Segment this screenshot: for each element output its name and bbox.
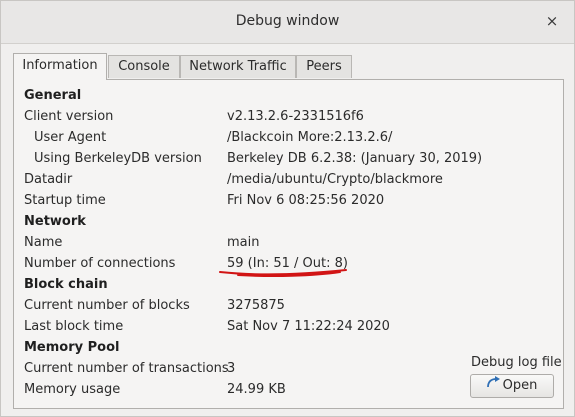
window-title: Debug window	[235, 13, 340, 29]
berkeleydb-value: Berkeley DB 6.2.38: (January 30, 2019)	[227, 151, 483, 166]
user-agent-value: /Blackcoin More:2.13.2.6/	[227, 130, 393, 145]
startup-time-value: Fri Nov 6 08:25:56 2020	[227, 193, 385, 208]
red-underline-annotation	[219, 269, 347, 277]
title-bar: Debug window ×	[1, 1, 574, 44]
network-name-label: Name	[24, 235, 63, 250]
last-block-time-label: Last block time	[24, 319, 124, 334]
close-icon[interactable]: ×	[542, 11, 562, 31]
information-panel: General Client version v2.13.2.6-2331516…	[13, 79, 564, 409]
datadir-value: /media/ubuntu/Crypto/blackmore	[227, 172, 443, 187]
mempool-tx-label: Current number of transactions	[24, 361, 229, 376]
connections-label: Number of connections	[24, 256, 176, 271]
section-general-heading: General	[24, 88, 82, 103]
block-count-label: Current number of blocks	[24, 298, 190, 313]
tab-information[interactable]: Information	[13, 53, 107, 80]
datadir-label: Datadir	[24, 172, 73, 187]
memory-usage-label: Memory usage	[24, 382, 121, 397]
debug-window: Debug window × Information Console Netwo…	[0, 0, 575, 417]
section-blockchain-heading: Block chain	[24, 277, 108, 292]
berkeleydb-label: Using BerkeleyDB version	[34, 151, 202, 166]
open-arrow-icon	[486, 374, 501, 396]
startup-time-label: Startup time	[24, 193, 106, 208]
mempool-tx-value: 3	[227, 361, 236, 376]
tab-console-label: Console	[118, 59, 170, 74]
user-agent-label: User Agent	[34, 130, 107, 145]
client-version-value: v2.13.2.6-2331516f6	[227, 109, 364, 124]
section-network-heading: Network	[24, 214, 86, 229]
memory-usage-value: 24.99 KB	[227, 382, 286, 397]
tab-network-traffic-label: Network Traffic	[189, 59, 287, 74]
block-count-value: 3275875	[227, 298, 285, 313]
client-version-label: Client version	[24, 109, 114, 124]
section-mempool-heading: Memory Pool	[24, 340, 120, 355]
network-name-value: main	[227, 235, 260, 250]
tab-network-traffic[interactable]: Network Traffic	[180, 55, 296, 78]
tab-peers[interactable]: Peers	[296, 55, 352, 78]
open-button-label: Open	[502, 378, 538, 393]
tab-information-label: Information	[22, 58, 98, 73]
open-debug-log-button[interactable]: Open	[470, 374, 554, 398]
debug-log-label: Debug log file	[471, 355, 562, 370]
tab-peers-label: Peers	[306, 59, 342, 74]
tab-console[interactable]: Console	[108, 55, 180, 78]
last-block-time-value: Sat Nov 7 11:22:24 2020	[227, 319, 390, 334]
